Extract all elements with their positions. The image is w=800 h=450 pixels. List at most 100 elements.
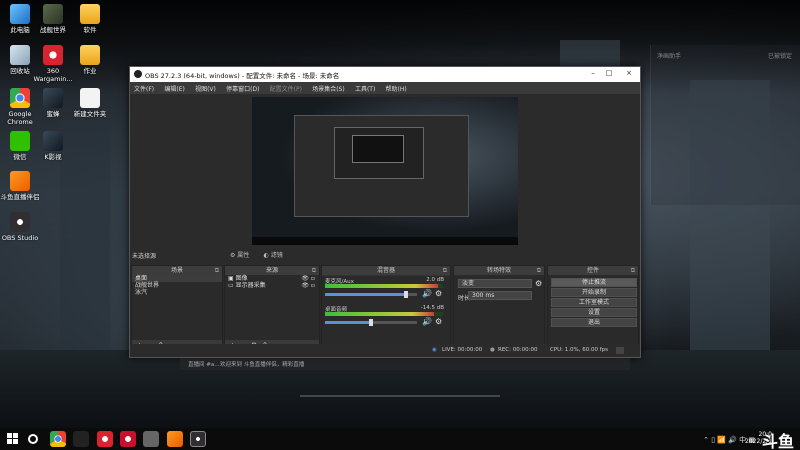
douyu-info-strip: 直播间 #a... 欢迎来到 斗鱼直播伴侣，精彩直播 — [180, 358, 630, 370]
title-bar[interactable]: OBS 27.2.3 (64-bit, windows) - 配置文件: 未命名… — [130, 67, 640, 82]
mixer-channel-desktop: 桌面音频 -14.5 dB 🔊 ⚙ — [325, 305, 444, 326]
scene-item[interactable]: 泳汽 — [132, 289, 222, 296]
recycle-bin-icon — [10, 45, 30, 65]
properties-button[interactable]: ⚙ 属性 — [230, 250, 255, 259]
taskbar-douyu-icon[interactable] — [167, 431, 183, 447]
desktop-icon-k-video[interactable]: K影视 — [33, 131, 73, 161]
meter-level — [325, 284, 439, 288]
menu-scene-collection[interactable]: 场景集合(S) — [308, 82, 349, 93]
maximize-icon[interactable]: □ — [602, 69, 616, 80]
scenes-dock-title: 场景 — [170, 267, 183, 274]
menu-help[interactable]: 帮助(H) — [382, 82, 411, 93]
desktop-icon-bee[interactable]: 蜜蜂 — [33, 88, 73, 118]
gear-icon[interactable]: ⚙ — [435, 317, 442, 326]
wallpaper-road-mark — [300, 395, 500, 397]
exit-button[interactable]: 退出 — [551, 318, 637, 327]
source-item[interactable]: ▣ 图像 👁 ▫ — [225, 275, 319, 282]
taskbar-obs-icon[interactable] — [190, 431, 206, 447]
mixer-dock-title: 混音器 — [376, 267, 395, 274]
rec-indicator-icon: ● — [490, 347, 495, 353]
controls-dock-title: 控件 — [586, 267, 599, 274]
taskbar-alien-icon[interactable] — [73, 431, 89, 447]
desktop-icon-new-folder[interactable]: 新建文件夹 — [70, 88, 110, 118]
desktop-icon-wargaming[interactable]: 360 Wargamin... — [33, 45, 73, 83]
desktop-icon-software[interactable]: 软件 — [70, 4, 110, 34]
video-app-icon — [43, 131, 63, 151]
stream-health-icon — [616, 347, 624, 354]
obs-window: OBS 27.2.3 (64-bit, windows) - 配置文件: 未命名… — [129, 66, 641, 358]
slider-handle[interactable] — [369, 319, 373, 326]
speaker-icon[interactable]: 🔊 — [422, 289, 432, 298]
taskbar-game-icon[interactable] — [143, 431, 159, 447]
chrome-icon — [10, 88, 30, 108]
taskbar-wargaming-icon[interactable] — [120, 431, 136, 447]
menu-dock[interactable]: 停靠窗口(D) — [222, 82, 263, 93]
visibility-eye-icon[interactable]: 👁 ▫ — [301, 275, 315, 282]
desktop-icon-game-world[interactable]: 战舰世界 — [33, 4, 73, 34]
transitions-dock: 转场特效 ⧉ 淡变 ⚙ 时长 300 ms — [453, 265, 545, 353]
sources-dock-title: 来源 — [265, 267, 278, 274]
speaker-icon[interactable]: 🔊 — [422, 317, 432, 326]
menu-tools[interactable]: 工具(T) — [351, 82, 379, 93]
obs-icon — [10, 212, 30, 232]
live-time: LIVE: 00:00:00 — [442, 347, 483, 353]
transition-select[interactable]: 淡变 — [458, 279, 532, 288]
menu-bar: 文件(F) 编辑(E) 视图(V) 停靠窗口(D) 配置文件(P) 场景集合(S… — [130, 82, 640, 94]
start-recording-button[interactable]: 开始录制 — [551, 288, 637, 297]
dock-undock-icon[interactable]: ⧉ — [443, 266, 447, 275]
scene-item[interactable]: 战舰世界 — [132, 282, 222, 289]
status-bar: ◉ LIVE: 00:00:00 ● REC: 00:00:00 CPU: 1.… — [130, 344, 640, 357]
desktop-icon-obs[interactable]: OBS Studio — [0, 212, 40, 242]
dock-undock-icon[interactable]: ⧉ — [215, 266, 219, 275]
visibility-eye-icon[interactable]: 👁 ▫ — [301, 282, 315, 289]
close-icon[interactable]: × — [622, 69, 636, 80]
gear-icon[interactable]: ⚙ — [535, 279, 542, 288]
gear-icon[interactable]: ⚙ — [435, 289, 442, 298]
menu-profile[interactable]: 配置文件(P) — [266, 82, 306, 93]
slider-handle[interactable] — [403, 291, 408, 298]
taskbar-netease-icon[interactable] — [97, 431, 113, 447]
douyu-watermark-logo: 斗鱼 — [761, 432, 794, 450]
folder-icon — [80, 4, 100, 24]
preview-recursive-window — [352, 135, 404, 163]
studio-mode-button[interactable]: 工作室模式 — [551, 298, 637, 307]
game-icon — [43, 4, 63, 24]
scenes-dock: 场景⧉ 桌面 战舰世界 泳汽 +−⌃⌄ — [131, 265, 223, 353]
background-window: 净画助手 已被锁定 — [650, 45, 800, 205]
no-source-label: 未选择源 — [132, 253, 157, 260]
menu-file[interactable]: 文件(F) — [130, 82, 158, 93]
source-item[interactable]: ▭ 显示器采集 👁 ▫ — [225, 282, 319, 289]
taskbar-chrome-icon[interactable] — [50, 431, 66, 447]
preview-taskbar — [252, 237, 518, 245]
mixer-channels: 麦克风/Aux 2.0 dB 🔊 ⚙ 桌面音频 -14.5 dB 🔊 ⚙ — [322, 276, 450, 352]
filters-button[interactable]: ◐ 滤镜 — [264, 250, 289, 259]
douyu-icon — [10, 171, 30, 191]
slider-fill — [325, 321, 371, 324]
wargaming-icon — [43, 45, 63, 65]
settings-button[interactable]: 设置 — [551, 308, 637, 317]
bee-app-icon — [43, 88, 63, 108]
desktop-icon-homework[interactable]: 作业 — [70, 45, 110, 75]
scene-list: 桌面 战舰世界 泳汽 — [132, 275, 222, 340]
search-icon[interactable] — [28, 434, 38, 444]
windows-start-icon[interactable] — [7, 433, 19, 445]
folder-icon — [80, 45, 100, 65]
menu-edit[interactable]: 编辑(E) — [160, 82, 188, 93]
menu-view[interactable]: 视图(V) — [191, 82, 220, 93]
minimize-icon[interactable]: – — [586, 69, 600, 80]
source-toolbar: ⚙ 属性 ◐ 滤镜 — [230, 250, 295, 259]
scene-item[interactable]: 桌面 — [132, 275, 222, 282]
computer-icon — [10, 4, 30, 24]
stop-streaming-button[interactable]: 停止推流 — [551, 278, 637, 287]
source-list: ▣ 图像 👁 ▫ ▭ 显示器采集 👁 ▫ — [225, 275, 319, 340]
rec-time: REC: 00:00:00 — [498, 347, 538, 353]
obs-logo-icon — [134, 70, 142, 78]
preview-canvas[interactable] — [252, 97, 518, 245]
mixer-dock: 混音器 ⧉ 麦克风/Aux 2.0 dB 🔊 ⚙ 桌面音频 -14.5 dB 🔊 … — [321, 265, 451, 353]
dock-undock-icon[interactable]: ⧉ — [631, 266, 635, 275]
taskbar: ⌃ ▯ 📶 🔊 中 ▦ 20:0 2022/2/1 斗鱼 — [0, 428, 800, 450]
desktop-icon-douyu[interactable]: 斗鱼直播伴侣 — [0, 171, 40, 201]
duration-input[interactable]: 300 ms — [468, 291, 532, 300]
dock-undock-icon[interactable]: ⧉ — [537, 266, 541, 275]
dock-undock-icon[interactable]: ⧉ — [312, 266, 316, 275]
